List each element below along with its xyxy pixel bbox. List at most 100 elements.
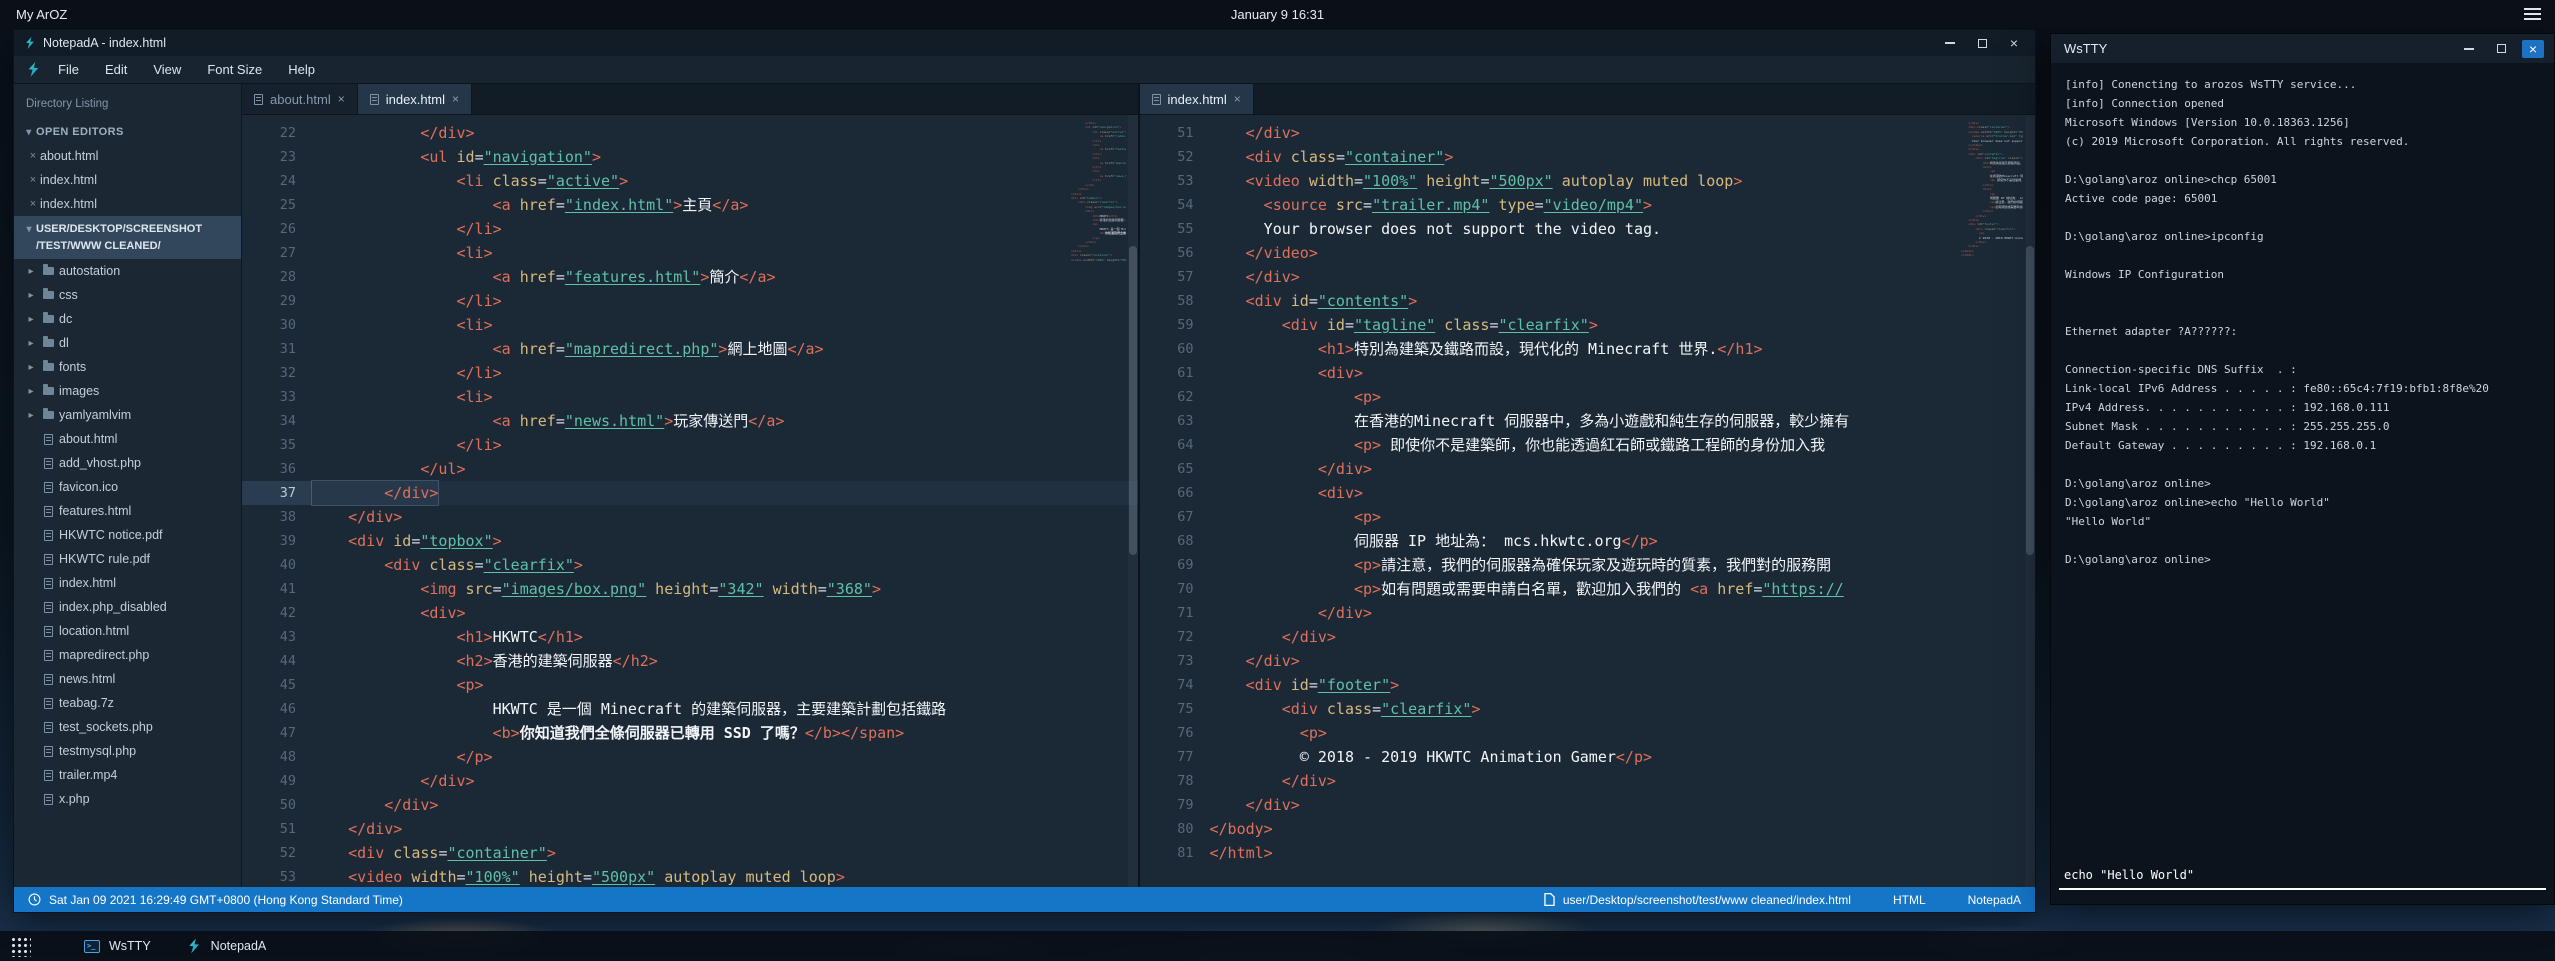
- window-controls: ×: [1939, 34, 2035, 52]
- chevron-right-icon: ▸: [24, 266, 38, 277]
- file-hkwtc-rule-pdf[interactable]: HKWTC rule.pdf: [14, 547, 241, 571]
- line-number: 60: [1140, 337, 1210, 361]
- file-testmysql-php[interactable]: testmysql.php: [14, 739, 241, 763]
- minimap[interactable]: </div> <div class="container"> <video wi…: [1961, 121, 2023, 887]
- code-line-60: 60 <h1>特別為建築及鐵路而設，現代化的 Minecraft 世界.</h1…: [1140, 337, 2036, 361]
- start-menu-button[interactable]: [0, 931, 40, 961]
- line-number: 42: [242, 601, 312, 625]
- open-editors-section[interactable]: ▾OPEN EDITORS: [14, 120, 241, 144]
- menu-help[interactable]: Help: [275, 62, 328, 77]
- line-number: 61: [1140, 361, 1210, 385]
- file-favicon-ico[interactable]: favicon.ico: [14, 475, 241, 499]
- file-icon: [44, 650, 53, 661]
- terminal-output[interactable]: [info] Conencting to arozos WsTTY servic…: [2051, 63, 2554, 904]
- open-editor-index-html[interactable]: ×index.html: [14, 168, 241, 192]
- line-number: 23: [242, 145, 312, 169]
- menu-file[interactable]: File: [45, 62, 92, 77]
- file-mapredirect-php[interactable]: mapredirect.php: [14, 643, 241, 667]
- minimize-button[interactable]: [2458, 40, 2480, 58]
- close-icon[interactable]: ×: [1234, 92, 1241, 106]
- line-number: 29: [242, 289, 312, 313]
- terminal-line: D:\golang\aroz online>: [2065, 550, 2540, 569]
- open-editor-about-html[interactable]: ×about.html: [14, 144, 241, 168]
- task-notepada[interactable]: NotepadA: [169, 931, 285, 961]
- line-number: 31: [242, 337, 312, 361]
- scrollbar-thumb[interactable]: [2026, 246, 2034, 555]
- taskbar: WsTTYNotepadA: [0, 931, 2555, 961]
- close-icon[interactable]: ×: [338, 92, 345, 106]
- terminal-line: Microsoft Windows [Version 10.0.18363.12…: [2065, 113, 2540, 132]
- statusbar-language-mode[interactable]: HTML: [1893, 893, 1926, 907]
- tabbar: index.html×: [1140, 84, 2036, 115]
- chevron-right-icon: ▸: [24, 362, 38, 373]
- maximize-button[interactable]: [2490, 40, 2512, 58]
- folder-css[interactable]: ▸css: [14, 283, 241, 307]
- file-hkwtc-notice-pdf[interactable]: HKWTC notice.pdf: [14, 523, 241, 547]
- close-icon[interactable]: ×: [26, 150, 40, 162]
- scrollbar-thumb[interactable]: [1129, 246, 1137, 555]
- code-area[interactable]: 51 </div>52 <div class="container">53 <v…: [1140, 115, 2036, 887]
- file-test-sockets-php[interactable]: test_sockets.php: [14, 715, 241, 739]
- statusbar-filepath: user/Desktop/screenshot/test/www cleaned…: [1563, 893, 1851, 907]
- terminal-line: Link-local IPv6 Address . . . . . : fe80…: [2065, 379, 2540, 398]
- code-area[interactable]: 22 </div>23 <ul id="navigation">24 <li c…: [242, 115, 1138, 887]
- code-line-61: 61 <div>: [1140, 361, 2036, 385]
- line-number: 30: [242, 313, 312, 337]
- task-wstty[interactable]: WsTTY: [66, 931, 169, 961]
- line-number: 40: [242, 553, 312, 577]
- file-add-vhost-php[interactable]: add_vhost.php: [14, 451, 241, 475]
- window-controls: ×: [2458, 40, 2554, 58]
- code-line-71: 71 </div>: [1140, 601, 2036, 625]
- notepada-titlebar[interactable]: NotepadA - index.html ×: [14, 30, 2035, 56]
- scrollbar[interactable]: [2025, 115, 2035, 887]
- file-teabag-7z[interactable]: teabag.7z: [14, 691, 241, 715]
- menu-edit[interactable]: Edit: [92, 62, 140, 77]
- tab-about-html[interactable]: about.html×: [242, 84, 358, 114]
- code-line-44: 44 <h2>香港的建築伺服器</h2>: [242, 649, 1138, 673]
- file-x-php[interactable]: x.php: [14, 787, 241, 811]
- menu-font-size[interactable]: Font Size: [194, 62, 275, 77]
- maximize-button[interactable]: [1971, 34, 1993, 52]
- file-icon: [44, 434, 53, 445]
- close-button[interactable]: ×: [2522, 40, 2544, 58]
- hamburger-menu-icon[interactable]: [2524, 8, 2541, 20]
- folder-dc[interactable]: ▸dc: [14, 307, 241, 331]
- tab-index-html[interactable]: index.html×: [358, 84, 472, 114]
- file-index-html[interactable]: index.html: [14, 571, 241, 595]
- terminal-line: [2065, 284, 2540, 303]
- folder-fonts[interactable]: ▸fonts: [14, 355, 241, 379]
- minimize-button[interactable]: [1939, 34, 1961, 52]
- line-number: 78: [1140, 769, 1210, 793]
- code-line-47: 47 <b>你知道我們全條伺服器已轉用 SSD 了嗎？</b></span>: [242, 721, 1138, 745]
- code-line-57: 57 </div>: [1140, 265, 2036, 289]
- close-icon[interactable]: ×: [26, 174, 40, 186]
- terminal-line: D:\golang\aroz online>ipconfig: [2065, 227, 2540, 246]
- chevron-right-icon: ▸: [24, 338, 38, 349]
- file-location-html[interactable]: location.html: [14, 619, 241, 643]
- code-line-24: 24 <li class="active">: [242, 169, 1138, 193]
- terminal-input[interactable]: echo "Hello World": [2059, 868, 2546, 890]
- workspace-root[interactable]: ▾USER/DESKTOP/SCREENSHOT/TEST/WWW CLEANE…: [14, 216, 241, 259]
- line-number: 45: [242, 673, 312, 697]
- file-features-html[interactable]: features.html: [14, 499, 241, 523]
- close-button[interactable]: ×: [2003, 34, 2025, 52]
- file-news-html[interactable]: news.html: [14, 667, 241, 691]
- file-about-html[interactable]: about.html: [14, 427, 241, 451]
- scrollbar[interactable]: [1128, 115, 1138, 887]
- line-number: 67: [1140, 505, 1210, 529]
- folder-images[interactable]: ▸images: [14, 379, 241, 403]
- tab-index-html[interactable]: index.html×: [1140, 84, 1254, 114]
- folder-yamlyamlvim[interactable]: ▸yamlyamlvim: [14, 403, 241, 427]
- folder-dl[interactable]: ▸dl: [14, 331, 241, 355]
- close-icon[interactable]: ×: [452, 92, 459, 106]
- open-editor-index-html[interactable]: ×index.html: [14, 192, 241, 216]
- folder-autostation[interactable]: ▸autostation: [14, 259, 241, 283]
- close-icon[interactable]: ×: [26, 198, 40, 210]
- terminal-line: [2065, 531, 2540, 550]
- file-index-php-disabled[interactable]: index.php_disabled: [14, 595, 241, 619]
- wstty-titlebar[interactable]: WsTTY ×: [2051, 34, 2554, 63]
- code-line-34: 34 <a href="news.html">玩家傳送門</a>: [242, 409, 1138, 433]
- minimap[interactable]: </div> <ul id="navigation"> <li class="a…: [1064, 121, 1126, 887]
- menu-view[interactable]: View: [140, 62, 194, 77]
- file-trailer-mp4[interactable]: trailer.mp4: [14, 763, 241, 787]
